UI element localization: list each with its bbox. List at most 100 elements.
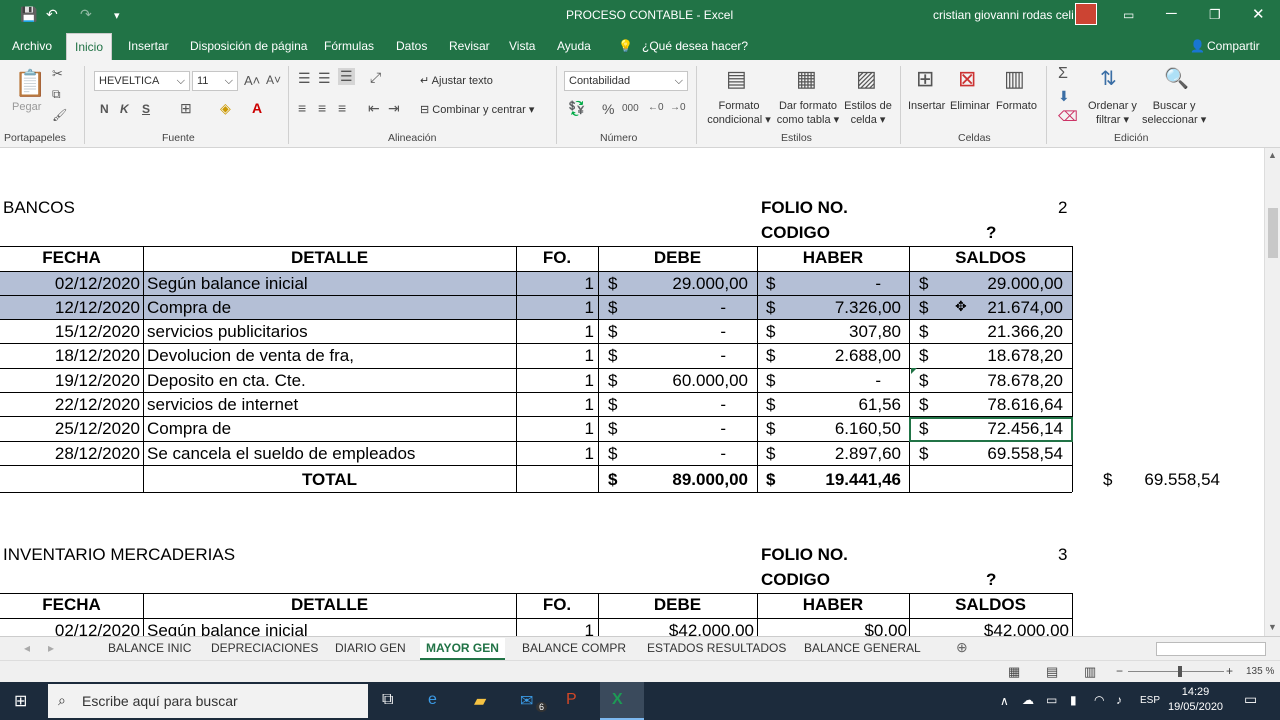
align-bottom-icon[interactable]: ☰: [338, 68, 355, 85]
share-button[interactable]: Compartir: [1207, 39, 1260, 53]
sort-filter-icon[interactable]: ⇅: [1100, 66, 1117, 91]
tab-datos[interactable]: Datos: [396, 39, 427, 53]
codigo-value[interactable]: ?: [986, 221, 996, 245]
cell-haber[interactable]: 2.688,00: [757, 344, 901, 368]
cell-detalle[interactable]: servicios publicitarios: [147, 320, 308, 344]
header-saldos[interactable]: SALDOS: [909, 593, 1072, 617]
clear-icon[interactable]: ⌫: [1058, 108, 1078, 125]
sheet-tab[interactable]: BALANCE GENERAL: [804, 641, 921, 655]
conditional-format-icon[interactable]: ▤: [726, 66, 747, 92]
cell-debe[interactable]: 29.000,00: [598, 272, 748, 296]
shrink-font-icon[interactable]: A˅: [266, 73, 281, 87]
cell-fecha[interactable]: 19/12/2020: [0, 369, 140, 393]
taskbar-search[interactable]: ⌕ Escribe aquí para buscar: [48, 684, 368, 718]
account-title[interactable]: INVENTARIO MERCADERIAS: [3, 543, 235, 567]
cell-fo[interactable]: 1: [516, 272, 594, 296]
font-size-box[interactable]: 11 ⌵: [192, 71, 238, 91]
tab-inicio[interactable]: Inicio: [66, 33, 112, 60]
tab-disposicion[interactable]: Disposición de página: [190, 39, 307, 53]
cell-haber[interactable]: 61,56: [757, 393, 901, 417]
tab-revisar[interactable]: Revisar: [449, 39, 490, 53]
cell-fo[interactable]: 1: [516, 442, 594, 466]
customize-qat-icon[interactable]: ▾: [114, 9, 120, 22]
task-view-icon[interactable]: ⧉: [382, 691, 393, 709]
cell-haber[interactable]: -: [757, 369, 881, 393]
cut-icon[interactable]: ✂: [52, 66, 63, 82]
cell-haber[interactable]: 307,80: [757, 320, 901, 344]
sheet-tab[interactable]: DEPRECIACIONES: [211, 641, 318, 655]
format-cells-icon[interactable]: ▥: [1004, 66, 1025, 92]
cell-saldo[interactable]: 69.558,54: [909, 442, 1063, 466]
cell-debe[interactable]: -: [598, 417, 726, 441]
tab-ayuda[interactable]: Ayuda: [557, 39, 591, 53]
align-center-icon[interactable]: ≡: [318, 100, 326, 116]
mail-icon[interactable]: ✉: [520, 691, 533, 711]
align-middle-icon[interactable]: ☰: [318, 70, 331, 87]
codigo-label[interactable]: CODIGO: [761, 568, 830, 592]
cell-fo[interactable]: 1: [516, 320, 594, 344]
orientation-icon[interactable]: ⤢: [370, 69, 381, 86]
cell-saldo[interactable]: 29.000,00: [909, 272, 1063, 296]
prev-sheet-icon[interactable]: ◂: [24, 641, 30, 655]
onedrive-icon[interactable]: ☁: [1022, 693, 1034, 707]
zoom-slider-thumb[interactable]: [1178, 666, 1182, 677]
language-indicator[interactable]: ESP: [1140, 695, 1160, 706]
excel-taskbar-button[interactable]: X: [600, 682, 644, 720]
add-sheet-icon[interactable]: ⊕: [956, 639, 968, 656]
decrease-indent-icon[interactable]: ⇤: [368, 100, 380, 117]
cell-saldo[interactable]: 78.616,64: [909, 393, 1063, 417]
cell-saldo[interactable]: 78.678,20: [909, 369, 1063, 393]
header-fo[interactable]: FO.: [516, 246, 598, 270]
side-total[interactable]: 69.558,54: [1120, 468, 1220, 492]
format-cells-button[interactable]: Formato: [996, 99, 1037, 113]
wifi-icon[interactable]: ◠: [1094, 693, 1104, 707]
cell-detalle[interactable]: Compra de: [147, 296, 231, 320]
redo-icon[interactable]: ↷: [80, 6, 92, 23]
header-debe[interactable]: DEBE: [598, 246, 757, 270]
increase-decimal-icon[interactable]: ←0: [648, 102, 664, 113]
cell-debe[interactable]: -: [598, 344, 726, 368]
scroll-down-icon[interactable]: ▼: [1268, 622, 1277, 632]
sheet-tab[interactable]: BALANCE INIC: [108, 641, 191, 655]
header-detalle[interactable]: DETALLE: [143, 593, 516, 617]
cell-haber[interactable]: 7.326,00: [757, 296, 901, 320]
tab-insertar[interactable]: Insertar: [128, 39, 169, 53]
folio-value[interactable]: 2: [1058, 196, 1067, 220]
cell-fecha[interactable]: 25/12/2020: [0, 417, 140, 441]
insert-cells-button[interactable]: Insertar: [908, 99, 945, 113]
cell-saldo[interactable]: $42.000,00: [909, 619, 1069, 636]
cell-debe[interactable]: -: [598, 320, 726, 344]
total-haber[interactable]: 19.441,46: [757, 468, 901, 492]
undo-icon[interactable]: ↶: [46, 6, 58, 23]
next-sheet-icon[interactable]: ▸: [48, 641, 54, 655]
notifications-icon[interactable]: ▭: [1244, 691, 1257, 708]
paste-label[interactable]: Pegar: [12, 100, 41, 114]
cell-detalle[interactable]: Según balance inicial: [147, 619, 308, 636]
scroll-up-icon[interactable]: ▲: [1268, 150, 1277, 160]
cell-fecha[interactable]: 28/12/2020: [0, 442, 140, 466]
borders-icon[interactable]: ⊞: [180, 100, 192, 117]
horizontal-scrollbar[interactable]: [1156, 642, 1266, 656]
format-table-button[interactable]: Dar formato como tabla ▾: [776, 99, 840, 127]
device-icon[interactable]: ▭: [1046, 693, 1057, 707]
cell-saldo[interactable]: 21.674,00: [909, 296, 1063, 320]
decrease-decimal-icon[interactable]: →0: [670, 102, 686, 113]
cell-fo[interactable]: 1: [516, 369, 594, 393]
powerpoint-icon[interactable]: P: [566, 691, 577, 709]
header-haber[interactable]: HABER: [757, 246, 909, 270]
sheet-tab-active[interactable]: MAYOR GEN: [420, 638, 505, 660]
cell-debe[interactable]: -: [598, 393, 726, 417]
avatar[interactable]: [1075, 3, 1097, 25]
fill-color-icon[interactable]: ◈: [220, 100, 231, 117]
cell-styles-icon[interactable]: ▨: [856, 66, 877, 92]
percent-button[interactable]: %: [602, 101, 614, 117]
wrap-text-button[interactable]: ↵ Ajustar texto: [420, 74, 493, 88]
restore-icon[interactable]: ❐: [1209, 7, 1221, 23]
cell-debe[interactable]: $42.000,00: [598, 619, 754, 636]
merge-center-button[interactable]: ⊟ Combinar y centrar ▾: [420, 103, 534, 117]
sheet-tab[interactable]: DIARIO GEN: [335, 641, 406, 655]
user-name[interactable]: cristian giovanni rodas celi: [933, 8, 1074, 22]
delete-cells-button[interactable]: Eliminar: [950, 99, 990, 113]
header-haber[interactable]: HABER: [757, 593, 909, 617]
sheet-tab[interactable]: BALANCE COMPR: [522, 641, 626, 655]
